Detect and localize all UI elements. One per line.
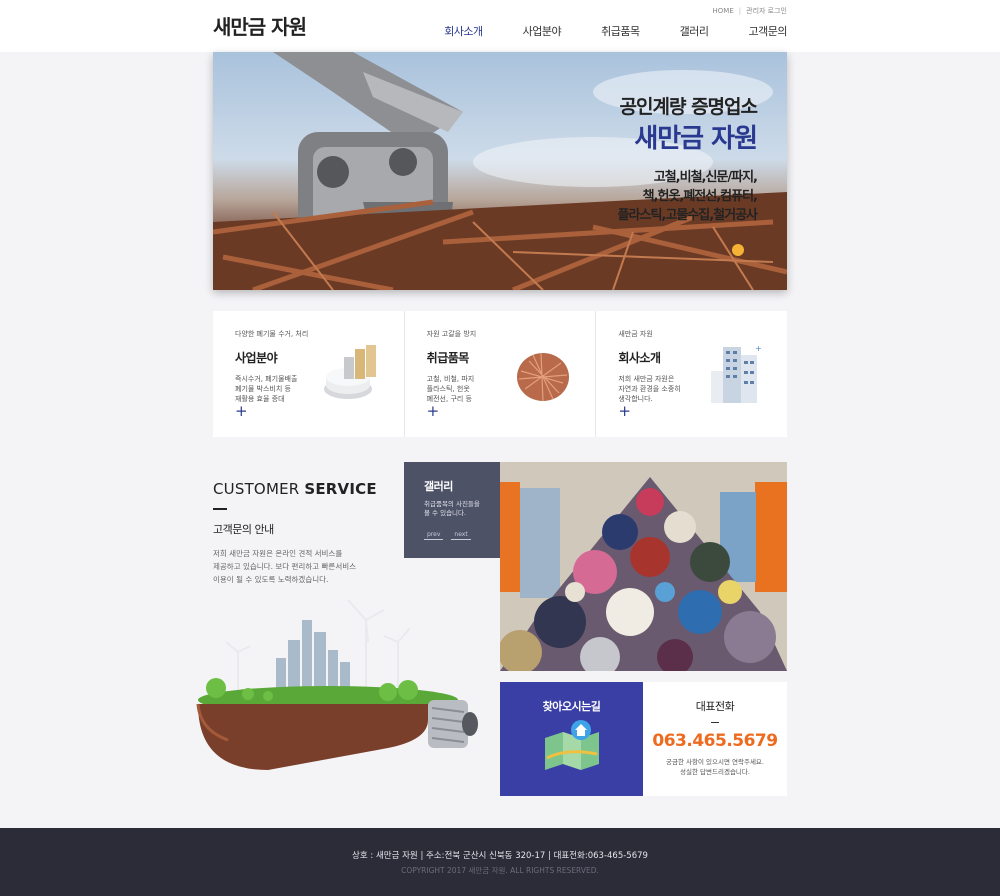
hero-tagline: 공인계량 증명업소: [619, 96, 758, 118]
gallery-desc: 취급품목의 사진들을 볼 수 있습니다.: [424, 500, 480, 517]
building-icon: +: [711, 344, 762, 403]
nav-item-products[interactable]: 취급품목: [601, 23, 640, 39]
card-desc: 저희 새만금 자원은 자연과 환경을 소중히 생각합니다.: [618, 375, 681, 403]
phone-desc: 궁금한 사항이 있으시면 연락주세요. 성실한 답변드리겠습니다.: [666, 758, 764, 776]
hero-title: 새만금 자원: [634, 124, 758, 154]
footer-info: 상호 : 새만금 자원 | 주소:전북 군산시 신북동 320-17 | 대표전…: [352, 851, 648, 861]
card-products[interactable]: 자원 고갈을 방지 취급품목 고철, 비철, 파지 플라스틱, 헌옷 폐전선, …: [405, 311, 597, 437]
cs-title-light: CUSTOMER: [213, 480, 305, 498]
hero-item-line: 고철,비철,신문/파지,: [653, 170, 758, 185]
hero-item-line: 플라스틱,고물수집,철거공사: [617, 208, 758, 223]
hero-banner: 공인계량 증명업소 새만금 자원 고철,비철,신문/파지, 책,헌옷,폐전선,컴…: [213, 52, 787, 290]
nav-item-contact[interactable]: 고객문의: [749, 23, 788, 39]
card-subtitle: 새만금 자원: [618, 330, 653, 338]
admin-login-link[interactable]: 관리자 로그인: [746, 6, 787, 16]
feature-cards: 다양한 폐기물 수거, 처리 사업분야 즉시수거, 폐기물배출 폐기물 박스비치…: [213, 311, 787, 437]
site-footer: 상호 : 새만금 자원 | 주소:전북 군산시 신북동 320-17 | 대표전…: [0, 828, 1000, 896]
util-separator: |: [738, 7, 742, 15]
card-desc: 즉시수거, 폐기물배출 폐기물 박스비치 등 재활용 효율 증대: [235, 375, 298, 403]
home-link[interactable]: HOME: [713, 7, 734, 15]
gallery-title[interactable]: 갤러리: [424, 478, 500, 494]
gallery-photo-clothes[interactable]: [500, 462, 787, 671]
footer-copyright: COPYRIGHT 2017 새만금 자원. ALL RIGHTS RESERV…: [401, 866, 599, 875]
hero-item-line: 책,헌옷,폐전선,컴퓨터,: [642, 189, 758, 204]
gallery-prev-button[interactable]: prev: [424, 531, 444, 540]
chart-3d-icon: [323, 345, 376, 399]
card-subtitle: 다양한 폐기물 수거, 처리: [235, 330, 309, 338]
card-desc: 고철, 비철, 파지 플라스틱, 헌옷 폐전선, 구리 등: [426, 375, 475, 403]
card-business[interactable]: 다양한 폐기물 수거, 처리 사업분야 즉시수거, 폐기물배출 폐기물 박스비치…: [213, 311, 405, 437]
nav-item-business[interactable]: 사업분야: [523, 23, 562, 39]
customer-service-title: CUSTOMER SERVICE: [213, 480, 377, 498]
nav-item-gallery[interactable]: 갤러리: [680, 23, 709, 39]
cs-divider: [213, 508, 227, 510]
map-icon: [545, 720, 599, 770]
card-about[interactable]: 새만금 자원 회사소개 저희 새만금 자원은 자연과 환경을 소중히 생각합니다…: [596, 311, 787, 437]
phone-number[interactable]: 063.465.5679: [643, 731, 787, 751]
util-links: HOME | 관리자 로그인: [713, 6, 787, 16]
site-logo[interactable]: 새만금 자원: [213, 11, 307, 40]
main-nav: 회사소개 사업분야 취급품목 갤러리 고객문의: [404, 23, 787, 39]
nav-item-about[interactable]: 회사소개: [444, 23, 483, 39]
gallery-panel: 갤러리 취급품목의 사진들을 볼 수 있습니다. prev next: [404, 462, 500, 558]
card-subtitle: 자원 고갈을 방지: [426, 330, 477, 338]
directions-panel[interactable]: 찾아오시는길: [500, 682, 643, 796]
svg-text:+: +: [755, 344, 762, 353]
gallery-nav: prev next: [424, 531, 471, 540]
phone-divider: [711, 722, 719, 723]
copper-wire-icon: [517, 352, 570, 402]
cs-subtitle: 고객문의 안내: [213, 523, 274, 536]
cs-title-bold: SERVICE: [304, 480, 377, 498]
plus-icon[interactable]: +: [618, 404, 631, 419]
plus-icon[interactable]: +: [235, 404, 248, 419]
directions-title: 찾아오시는길: [542, 700, 601, 713]
site-header: 새만금 자원 HOME | 관리자 로그인 회사소개 사업분야 취급품목 갤러리…: [0, 0, 1000, 52]
phone-panel: 대표전화 063.465.5679 궁금한 사항이 있으시면 연락주세요. 성실…: [643, 682, 787, 796]
phone-title: 대표전화: [695, 700, 735, 713]
eco-bulb-illustration: [196, 599, 478, 770]
plus-icon[interactable]: +: [427, 404, 440, 419]
gallery-next-button[interactable]: next: [451, 531, 471, 540]
